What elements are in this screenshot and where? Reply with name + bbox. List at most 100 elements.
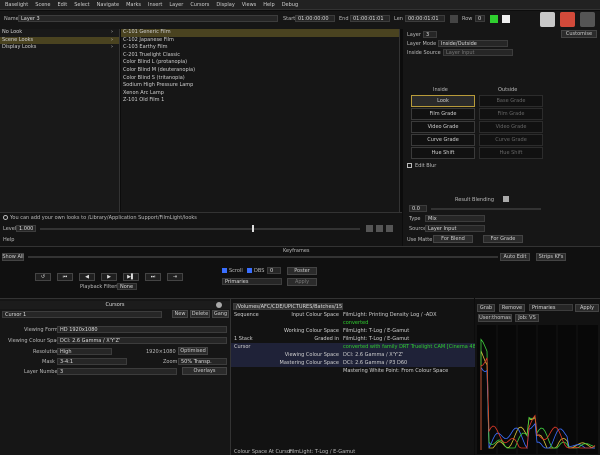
playback-filtering-select[interactable]: None [117,283,137,290]
layer-input[interactable]: 3 [423,31,437,38]
auto-edit-button[interactable]: Auto Edit [500,253,530,261]
inside-grade-3[interactable]: Curve Grade [411,134,475,146]
menu-item-debug[interactable]: Debug [282,2,298,8]
inside-grade-4[interactable]: Hue Shift [411,147,475,159]
user-avatar-icon[interactable] [540,12,555,27]
customise-button[interactable]: Customise [561,30,597,38]
look-item[interactable]: Sodium High Pressure Lamp [121,82,399,90]
blend-slider[interactable] [431,208,541,210]
tab-job[interactable]: Job: VS [515,314,539,322]
grid-icon[interactable] [450,15,458,23]
dbs-input[interactable]: 0 [267,267,281,274]
len-timecode[interactable]: 00:00:01:01 [405,15,445,22]
look-category[interactable]: No Look › [0,29,119,37]
row-input[interactable]: 0 [475,15,485,22]
look-category[interactable]: Scene Looks › [0,36,119,45]
scope-apply-button[interactable]: Apply [575,304,599,312]
step-forward-icon[interactable]: ▶▌ [123,273,139,281]
end-timecode[interactable]: 01:00:01:01 [350,15,390,22]
inside-grade-2[interactable]: Video Grade [411,121,475,133]
menu-item-insert[interactable]: Insert [148,2,162,8]
first-frame-icon[interactable]: ⏮ [57,273,73,281]
new-cursor-button[interactable]: New [172,310,188,318]
scroll-label[interactable]: Scroll [229,268,243,274]
look-item[interactable]: C-103 Earthy Film [121,44,399,52]
cursors-gear-icon[interactable] [216,302,222,308]
step-back-icon[interactable]: ◀ [79,273,95,281]
keyframe-track[interactable] [28,256,498,258]
scope-primaries-select[interactable]: Primaries [529,304,573,311]
optimised-button[interactable]: Optimised [178,347,208,355]
status-white-icon[interactable] [502,15,510,23]
level-slider[interactable] [40,228,360,230]
source-select[interactable]: Layer Input [425,225,485,232]
zoom-select[interactable]: 50% Transp. [178,358,227,365]
menu-item-edit[interactable]: Edit [58,2,68,8]
menu-item-views[interactable]: Views [242,2,256,8]
outside-grade-1[interactable]: Film Grade [479,108,543,120]
last-frame-icon[interactable]: ⏭ [145,273,161,281]
type-select[interactable]: Mix [425,215,485,222]
menu-item-scene[interactable]: Scene [35,2,50,8]
resolution-select[interactable]: High [57,348,112,355]
look-item[interactable]: C-201 Truelight Classic [121,52,399,60]
outside-grade-3[interactable]: Curve Grade [479,134,543,146]
grab-button[interactable]: Grab [477,304,495,312]
status-green-icon[interactable] [490,15,498,23]
look-item[interactable]: C-101 Generic Film [121,29,399,37]
look-item[interactable]: Color Blind S (tritanopia) [121,75,399,83]
menu-item-marks[interactable]: Marks [126,2,141,8]
menu-item-baselight[interactable]: Baselight [5,2,28,8]
batch-path[interactable]: /Volumes/AFC/CDE/UPICTURES/Batches/1500 [233,303,343,310]
inside-grade-1[interactable]: Film Grade [411,108,475,120]
remove-button[interactable]: Remove [499,304,525,312]
layer-mode-select[interactable]: Inside/Outside [438,40,508,47]
primaries-select[interactable]: Primaries [222,278,282,285]
blending-info-icon[interactable] [503,196,509,202]
gang-button[interactable]: Gang [212,310,229,318]
help-label[interactable]: Help [3,237,14,243]
play-icon[interactable]: ▶ [101,273,117,281]
viewing-format-select[interactable]: HD 1920x1080 [57,326,227,333]
edit-blur-checkbox[interactable] [407,163,412,168]
menu-item-cursors[interactable]: Cursors [190,2,209,8]
apply-button[interactable]: Apply [287,278,317,286]
outside-grade-2[interactable]: Video Grade [479,121,543,133]
look-item[interactable]: Color Blind L (protanopia) [121,59,399,67]
menu-item-navigate[interactable]: Navigate [97,2,119,8]
edit-blur-label[interactable]: Edit Blur [415,163,436,169]
look-item[interactable]: Xenon Arc Lamp [121,90,399,98]
show-all-button[interactable]: Show All [2,253,24,261]
scroll-checkbox[interactable] [222,268,227,273]
strips-kfs-button[interactable]: Strips KFs [536,253,566,261]
inside-grade-0[interactable]: Look [411,95,475,107]
delete-cursor-button[interactable]: Delete [190,310,210,318]
loop-icon[interactable]: ↺ [35,273,51,281]
blend-value-input[interactable]: 0.0 [409,205,427,212]
look-category[interactable]: Display Looks › [0,44,119,52]
end-icon[interactable]: ⇥ [167,273,183,281]
user-avatar-red-icon[interactable] [560,12,575,27]
outside-grade-0[interactable]: Base Grade [479,95,543,107]
menu-item-layer[interactable]: Layer [169,2,183,8]
menu-item-help[interactable]: Help [263,2,274,8]
menu-item-display[interactable]: Display [216,2,234,8]
poster-button[interactable]: Poster [287,267,317,275]
mask-select[interactable]: 3-4:1 [57,358,127,365]
name-input[interactable]: Layer 3 [18,15,278,22]
user-avatar-gray-icon[interactable] [580,12,595,27]
outside-grade-4[interactable]: Hue Shift [479,147,543,159]
tab-user[interactable]: User:thomas [478,314,512,322]
cursor-select[interactable]: Cursor 1 [2,311,162,318]
inside-source-select[interactable]: Layer Input [443,49,513,56]
for-grade-button[interactable]: For Grade [483,235,523,243]
menu-item-select[interactable]: Select [74,2,89,8]
level-slider-handle[interactable] [252,225,254,232]
reset-icon[interactable] [386,225,393,232]
dbs-label[interactable]: DBS [254,268,264,274]
dbs-checkbox[interactable] [247,268,252,273]
look-item[interactable]: Color Blind M (deuteranopia) [121,67,399,75]
copy-icon[interactable] [366,225,373,232]
level-input[interactable]: 1.000 [16,225,36,232]
viewing-colour-space-select[interactable]: DCI: 2.6 Gamma / X'Y'Z' [57,337,227,344]
